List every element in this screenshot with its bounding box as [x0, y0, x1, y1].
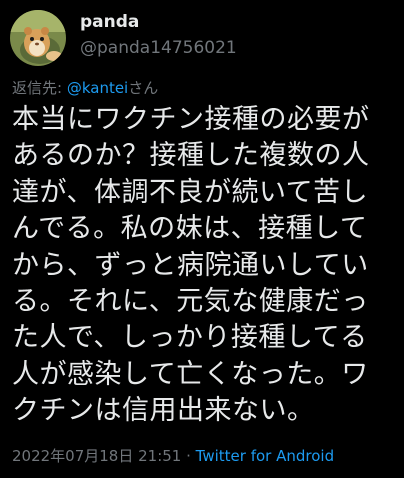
tweet-text-line: た人で、しっかり接種してる	[12, 322, 368, 354]
tweet-text-line: あるのか？接種した複数の人	[12, 140, 370, 172]
tweet-text-line: んでる。私の妹は、接種して	[12, 213, 368, 245]
tweet-text-line: から、ずっと病院通いしてい	[12, 249, 369, 281]
tweet-text-line: 達が、体調不良が続いて苦し	[12, 176, 369, 208]
hamster-avatar-icon	[10, 10, 66, 66]
tweet-text-line: る。それに、元気な健康だっ	[12, 286, 369, 318]
tweet-timestamp[interactable]: 2022年07月18日 21:51	[12, 447, 181, 465]
reply-mention-link[interactable]: @kantei	[67, 79, 128, 97]
tweet-meta: 2022年07月18日 21:51 · Twitter for Android	[12, 445, 334, 466]
user-avatar[interactable]	[10, 10, 66, 66]
tweet-text-line: クチンは信用出来ない。	[12, 395, 315, 427]
display-name[interactable]: panda	[80, 12, 139, 32]
tweet-text: 本当にワクチン接種の必要が あるのか？接種した複数の人 達が、体調不良が続いて苦…	[12, 102, 396, 430]
reply-to-line: 返信先: @kanteiさん	[12, 77, 158, 98]
reply-prefix: 返信先:	[12, 79, 67, 97]
tweet-text-line: 本当にワクチン接種の必要が	[12, 104, 370, 135]
tweet-client-link[interactable]: Twitter for Android	[196, 447, 334, 465]
meta-separator: ·	[181, 447, 196, 465]
tweet-text-line: 人が感染して亡くなった。ワ	[12, 358, 369, 390]
user-handle[interactable]: @panda14756021	[80, 38, 237, 58]
reply-suffix: さん	[128, 79, 159, 97]
tweet-container: panda @panda14756021 返信先: @kanteiさん 本当にワ…	[0, 0, 404, 478]
